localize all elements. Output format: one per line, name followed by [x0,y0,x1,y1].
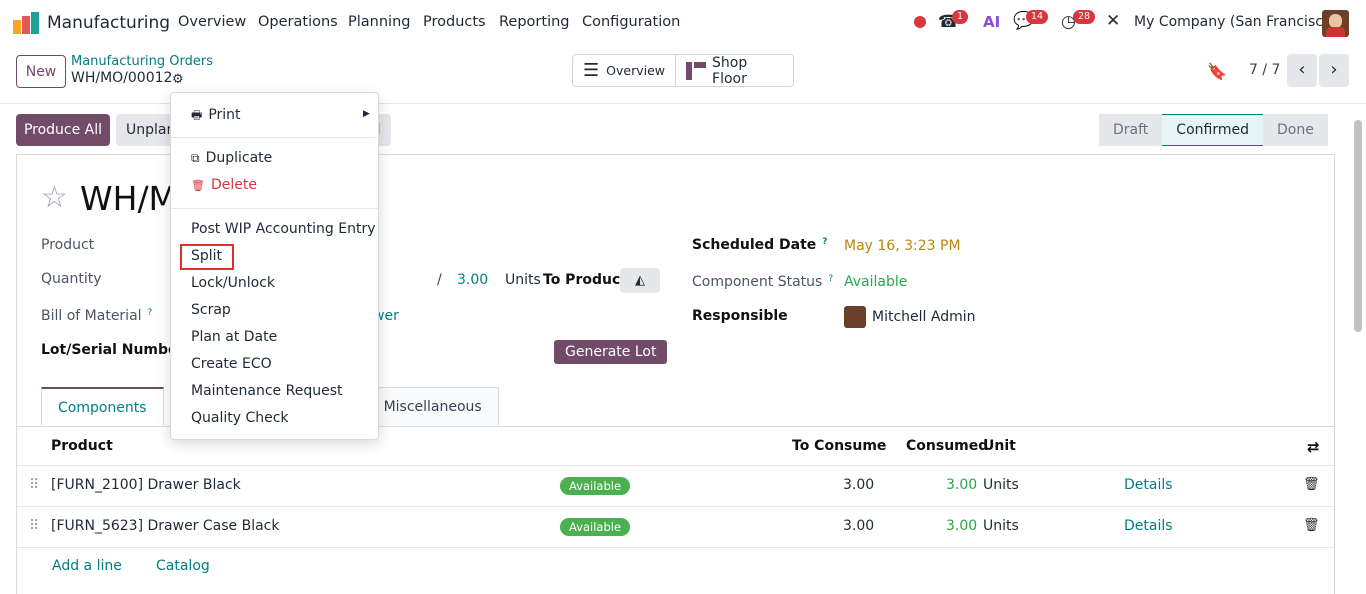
menu-item-quality-check[interactable]: Quality Check [191,410,289,426]
menu-item-duplicate[interactable]: ⧉ Duplicate [191,150,272,166]
menu-item-plan-at-date[interactable]: Plan at Date [191,329,277,345]
overview-button[interactable]: ☰ Overview [573,55,676,86]
row-unit[interactable]: Units [983,477,1019,493]
row-consumed[interactable]: 3.00 [946,518,977,534]
status-draft[interactable]: Draft [1099,114,1163,146]
menu-operations[interactable]: Operations [258,14,338,30]
scheduled-date-value[interactable]: May 16, 3:23 PM [844,238,961,254]
menu-item-print[interactable]: 🖶 Print [191,106,241,127]
row-product[interactable]: [FURN_5623] Drawer Case Black [51,518,279,534]
menu-item-scrap[interactable]: Scrap [191,302,231,318]
scrollbar[interactable] [1354,120,1362,332]
kanban-icon [686,61,706,80]
catalog-link[interactable]: Catalog [156,558,210,574]
drag-handle-icon[interactable]: ⠿ [29,477,39,493]
scheduled-date-label: Scheduled Date? [692,237,828,253]
trash-icon[interactable]: 🗑 [1303,518,1320,533]
printer-icon: 🖶 [191,108,203,122]
menu-planning[interactable]: Planning [348,14,410,30]
menu-overview[interactable]: Overview [178,14,246,30]
menu-item-lock-unlock[interactable]: Lock/Unlock [191,275,275,291]
caret-right-icon: ▶ [363,109,370,119]
status-bar: Draft Confirmed Done [1099,114,1328,146]
menu-item-create-eco[interactable]: Create ECO [191,356,272,372]
row-status-badge: Available [560,518,631,536]
pager-previous-button[interactable]: ‹ [1287,54,1317,87]
bookmark-icon[interactable]: 🔖 [1207,62,1227,81]
row-product[interactable]: [FURN_2100] Drawer Black [51,477,241,493]
row-to-consume[interactable]: 3.00 [843,518,874,534]
quantity-separator: / [437,272,442,288]
responsible-value[interactable]: Mitchell Admin [872,309,976,325]
bom-label: Bill of Material? [41,308,153,324]
record-status-dot[interactable] [914,16,926,28]
table-row[interactable]: ⠿ [FURN_2100] Drawer Black Available 3.0… [17,466,1334,507]
col-to-consume[interactable]: To Consume [792,438,886,454]
menu-reporting[interactable]: Reporting [499,14,570,30]
tab-miscellaneous[interactable]: Miscellaneous [366,387,499,425]
user-avatar[interactable] [1322,10,1349,37]
company-switcher[interactable]: My Company (San Francisco) [1134,14,1337,30]
quantity-unit[interactable]: Units [505,272,541,288]
menu-configuration[interactable]: Configuration [582,14,680,30]
component-status-value: Available [844,274,908,290]
responsible-label: Responsible [692,308,788,324]
calls-badge: 1 [952,10,969,24]
record-title: WH/M [80,179,178,218]
row-unit[interactable]: Units [983,518,1019,534]
split-highlight-box [180,244,234,270]
trash-icon[interactable]: 🗑 [1303,477,1320,492]
to-produce-label: To Produce [543,272,630,288]
responsible-avatar [844,306,866,328]
status-confirmed[interactable]: Confirmed [1162,114,1263,146]
table-row[interactable]: ⠿ [FURN_5623] Drawer Case Black Availabl… [17,507,1334,548]
lot-label: Lot/Serial Number [41,342,185,358]
trash-icon: 🗑 [191,179,205,192]
gear-icon[interactable]: ⚙ [172,72,184,87]
tab-components[interactable]: Components [41,387,164,425]
copy-icon: ⧉ [191,151,200,165]
ai-icon[interactable]: AI [983,13,1000,31]
menu-item-delete[interactable]: 🗑 Delete [191,177,257,193]
pager-value[interactable]: 7 / 7 [1249,62,1280,78]
row-to-consume[interactable]: 3.00 [843,477,874,493]
generate-lot-button[interactable]: Generate Lot [554,340,668,364]
quantity-value[interactable]: 3.00 [457,272,488,288]
star-icon[interactable]: ☆ [41,180,68,215]
col-unit[interactable]: Unit [983,438,1016,454]
breadcrumb-current: WH/MO/00012 [71,70,173,86]
product-label: Product [41,237,95,253]
hamburger-icon: ☰ [583,60,600,81]
col-consumed[interactable]: Consumed [906,438,988,454]
component-status-label: Component Status? [692,274,834,290]
app-name[interactable]: Manufacturing [47,13,170,33]
messages-badge: 14 [1026,10,1049,24]
quantity-label: Quantity [41,271,102,287]
produce-all-button[interactable]: Produce All [16,114,110,146]
col-product[interactable]: Product [51,438,113,454]
action-dropdown-menu: 🖶 Print ▶ ⧉ Duplicate 🗑 Delete Post WIP Acc… [170,92,379,440]
add-line-link[interactable]: Add a line [52,558,122,574]
row-details-button[interactable]: Details [1124,477,1173,493]
row-status-badge: Available [560,477,631,495]
pager-next-button[interactable]: › [1319,54,1349,87]
manufacturing-app-icon[interactable] [13,12,39,34]
view-switcher: ☰ Overview Shop Floor [572,54,794,87]
menu-item-post-wip[interactable]: Post WIP Accounting Entry [191,221,375,237]
column-settings-icon[interactable]: ⇄ [1307,438,1320,456]
drag-handle-icon[interactable]: ⠿ [29,518,39,534]
menu-item-maintenance-request[interactable]: Maintenance Request [191,383,342,399]
menu-products[interactable]: Products [423,14,486,30]
row-consumed[interactable]: 3.00 [946,477,977,493]
top-navbar: Manufacturing Overview Operations Planni… [0,0,1366,46]
new-button[interactable]: New [16,55,66,88]
status-done[interactable]: Done [1262,114,1328,146]
activities-badge: 28 [1073,10,1096,24]
row-details-button[interactable]: Details [1124,518,1173,534]
breadcrumb-parent[interactable]: Manufacturing Orders [71,54,213,69]
forecast-chart-icon[interactable]: ◭ [620,268,660,293]
tools-icon[interactable]: ✕ [1106,11,1120,31]
shop-floor-button[interactable]: Shop Floor [676,55,793,87]
